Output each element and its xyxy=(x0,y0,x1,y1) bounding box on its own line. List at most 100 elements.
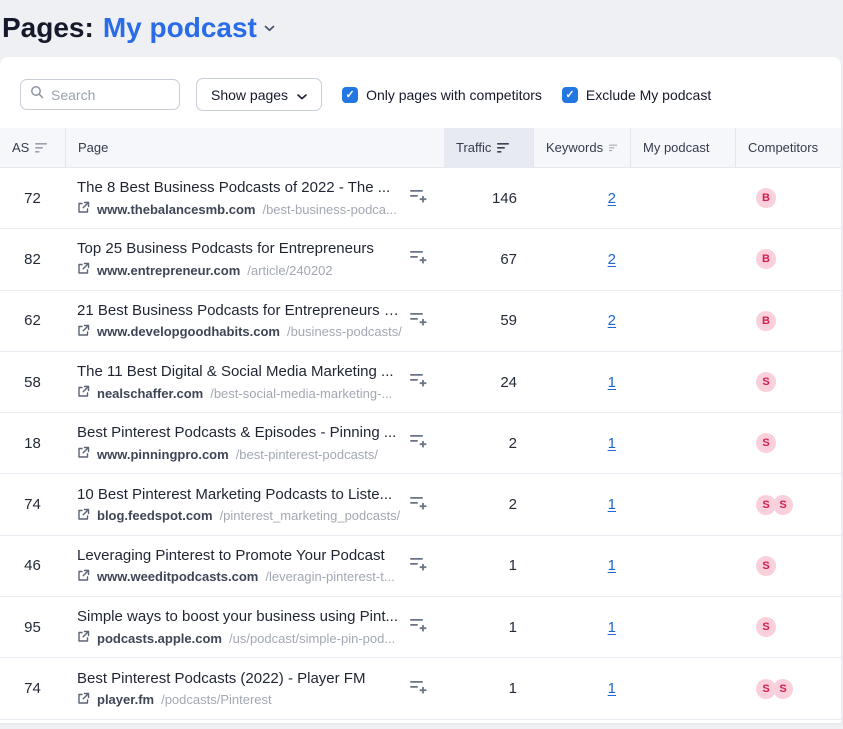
table-row: 95 Simple ways to boost your business us… xyxy=(0,597,841,658)
competitor-badges: B xyxy=(735,249,841,269)
external-link-icon[interactable] xyxy=(77,508,90,524)
checkbox-exclude-my-podcast[interactable]: ✓ Exclude My podcast xyxy=(562,87,711,103)
page-info: The 8 Best Business Podcasts of 2022 - T… xyxy=(77,179,397,217)
keywords-link[interactable]: 1 xyxy=(608,557,616,574)
page-title[interactable]: Top 25 Business Podcasts for Entrepreneu… xyxy=(77,240,374,257)
page-info: Best Pinterest Podcasts (2022) - Player … xyxy=(77,670,365,708)
traffic-value: 2 xyxy=(444,496,533,513)
keywords-link[interactable]: 1 xyxy=(608,496,616,513)
page-path: /business-podcasts/ xyxy=(287,324,402,339)
page-title[interactable]: Best Pinterest Podcasts (2022) - Player … xyxy=(77,670,365,687)
page-title[interactable]: The 8 Best Business Podcasts of 2022 - T… xyxy=(77,179,397,196)
table-row: 74 10 Best Pinterest Marketing Podcasts … xyxy=(0,474,841,535)
add-to-list-icon[interactable] xyxy=(409,249,427,269)
keywords-link[interactable]: 1 xyxy=(608,435,616,452)
column-header-competitors[interactable]: Competitors xyxy=(735,128,841,167)
external-link-icon[interactable] xyxy=(77,630,90,646)
competitor-badges: S xyxy=(735,372,841,392)
competitor-badge: S xyxy=(756,495,776,515)
add-to-list-icon[interactable] xyxy=(409,495,427,515)
page-domain[interactable]: www.entrepreneur.com xyxy=(97,263,240,278)
page-title[interactable]: 21 Best Business Podcasts for Entreprene… xyxy=(77,302,399,319)
external-link-icon[interactable] xyxy=(77,569,90,585)
checkmark-icon: ✓ xyxy=(562,87,578,103)
column-header-as[interactable]: AS xyxy=(0,128,65,167)
external-link-icon[interactable] xyxy=(77,201,90,217)
as-value: 95 xyxy=(0,619,65,636)
page-info: Leveraging Pinterest to Promote Your Pod… xyxy=(77,547,395,585)
page-title[interactable]: 10 Best Pinterest Marketing Podcasts to … xyxy=(77,486,399,503)
column-label: Traffic xyxy=(456,140,491,155)
page-domain[interactable]: podcasts.apple.com xyxy=(97,631,222,646)
competitor-badges: B xyxy=(735,311,841,331)
as-value: 46 xyxy=(0,557,65,574)
page-path: /podcasts/Pinterest xyxy=(161,692,272,707)
competitor-badge: B xyxy=(756,188,776,208)
page-path: /best-social-media-marketing-... xyxy=(210,386,392,401)
keywords-link[interactable]: 2 xyxy=(608,312,616,329)
page-domain[interactable]: player.fm xyxy=(97,692,154,707)
page-title[interactable]: Leveraging Pinterest to Promote Your Pod… xyxy=(77,547,395,564)
search-input[interactable] xyxy=(51,87,170,103)
show-pages-button[interactable]: Show pages xyxy=(196,78,322,111)
as-value: 18 xyxy=(0,435,65,452)
podcast-selector[interactable]: My podcast xyxy=(103,12,275,44)
column-label: Keywords xyxy=(546,140,603,155)
external-link-icon[interactable] xyxy=(77,692,90,708)
page-title[interactable]: The 11 Best Digital & Social Media Marke… xyxy=(77,363,394,380)
checkbox-only-competitors[interactable]: ✓ Only pages with competitors xyxy=(342,87,542,103)
page-title: Pages: xyxy=(2,12,94,44)
traffic-value: 24 xyxy=(444,374,533,391)
page-path: /article/240202 xyxy=(247,263,332,278)
keywords-link[interactable]: 2 xyxy=(608,251,616,268)
table-row: 62 21 Best Business Podcasts for Entrepr… xyxy=(0,291,841,352)
add-to-list-icon[interactable] xyxy=(409,556,427,576)
page-path: /best-pinterest-podcasts/ xyxy=(236,447,378,462)
column-header-traffic[interactable]: Traffic xyxy=(444,128,533,167)
competitor-badge: S xyxy=(773,495,793,515)
page-domain[interactable]: blog.feedspot.com xyxy=(97,508,213,523)
sort-icon xyxy=(35,143,48,153)
page-domain[interactable]: www.developgoodhabits.com xyxy=(97,324,280,339)
column-header-my-podcast[interactable]: My podcast xyxy=(630,128,735,167)
keywords-link[interactable]: 1 xyxy=(608,619,616,636)
competitor-badges: S xyxy=(735,617,841,637)
checkmark-icon: ✓ xyxy=(342,87,358,103)
table-row: 46 Leveraging Pinterest to Promote Your … xyxy=(0,536,841,597)
keywords-link[interactable]: 2 xyxy=(608,190,616,207)
page-domain[interactable]: www.weeditpodcasts.com xyxy=(97,569,258,584)
traffic-value: 67 xyxy=(444,251,533,268)
table-row: 82 Top 25 Business Podcasts for Entrepre… xyxy=(0,229,841,290)
competitor-badges: B xyxy=(735,188,841,208)
keywords-link[interactable]: 1 xyxy=(608,680,616,697)
chevron-down-icon xyxy=(264,19,275,37)
competitor-badge: S xyxy=(756,372,776,392)
keywords-link[interactable]: 1 xyxy=(608,374,616,391)
external-link-icon[interactable] xyxy=(77,324,90,340)
external-link-icon[interactable] xyxy=(77,262,90,278)
column-header-keywords[interactable]: Keywords xyxy=(533,128,630,167)
page-title[interactable]: Simple ways to boost your business using… xyxy=(77,608,398,625)
page-domain[interactable]: www.thebalancesmb.com xyxy=(97,202,255,217)
competitor-badge: S xyxy=(756,679,776,699)
competitor-badges: SS xyxy=(735,495,841,515)
show-pages-label: Show pages xyxy=(211,87,288,103)
add-to-list-icon[interactable] xyxy=(409,372,427,392)
add-to-list-icon[interactable] xyxy=(409,617,427,637)
column-label: Page xyxy=(78,140,108,155)
column-header-page[interactable]: Page xyxy=(65,128,444,167)
sort-icon xyxy=(609,143,618,153)
search-icon xyxy=(30,85,44,104)
external-link-icon[interactable] xyxy=(77,385,90,401)
add-to-list-icon[interactable] xyxy=(409,311,427,331)
search-box[interactable] xyxy=(20,79,180,110)
competitor-badge: S xyxy=(756,433,776,453)
add-to-list-icon[interactable] xyxy=(409,433,427,453)
add-to-list-icon[interactable] xyxy=(409,188,427,208)
traffic-value: 2 xyxy=(444,435,533,452)
external-link-icon[interactable] xyxy=(77,446,90,462)
page-domain[interactable]: www.pinningpro.com xyxy=(97,447,229,462)
page-domain[interactable]: nealschaffer.com xyxy=(97,386,203,401)
add-to-list-icon[interactable] xyxy=(409,679,427,699)
page-title[interactable]: Best Pinterest Podcasts & Episodes - Pin… xyxy=(77,424,396,441)
